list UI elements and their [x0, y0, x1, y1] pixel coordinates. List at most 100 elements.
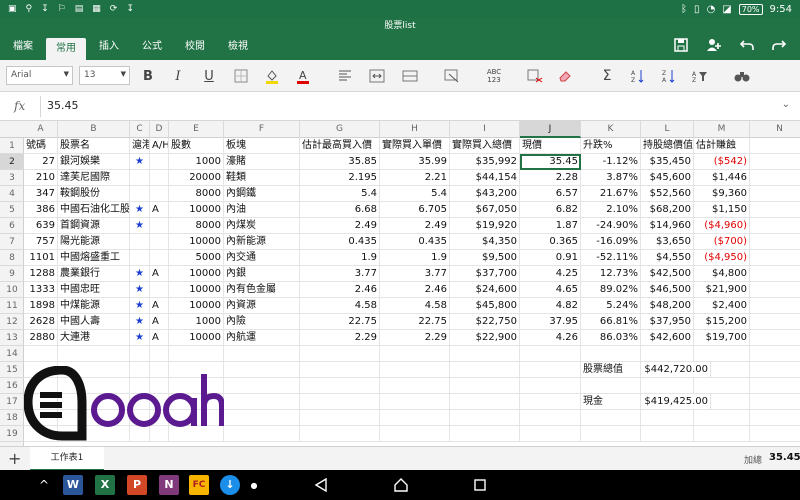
cell[interactable]: 386 [24, 202, 58, 218]
app-onenote-icon[interactable]: N [159, 475, 179, 495]
cell[interactable]: $4,550 [641, 250, 694, 266]
cell[interactable] [150, 282, 169, 298]
cell[interactable]: 4.26 [520, 330, 581, 346]
cell[interactable]: ($700) [694, 234, 750, 250]
cell[interactable]: 2.49 [380, 218, 450, 234]
row-header-3[interactable]: 3 [0, 170, 24, 186]
autosum-icon[interactable]: Σ [596, 66, 618, 86]
cell[interactable] [750, 266, 800, 282]
cell[interactable]: $42,600 [641, 330, 694, 346]
cell[interactable] [150, 250, 169, 266]
column-header-d[interactable]: D [150, 121, 169, 138]
chevron-up-icon[interactable]: ^ [36, 475, 52, 495]
cell[interactable]: 內鋼鐵 [224, 186, 300, 202]
cell[interactable] [300, 378, 380, 394]
cell[interactable]: 2.10% [581, 202, 641, 218]
cell[interactable]: 0.91 [520, 250, 581, 266]
cell[interactable]: 內交通 [224, 250, 300, 266]
cell[interactable]: 1333 [24, 282, 58, 298]
cell[interactable]: 現價 [520, 138, 581, 154]
cell[interactable]: 鞍鋼股份 [58, 186, 130, 202]
column-header-b[interactable]: B [58, 121, 130, 138]
tab-review[interactable]: 校閱 [175, 34, 215, 60]
cell[interactable]: $35,450 [641, 154, 694, 170]
cell[interactable]: 2.28 [520, 170, 581, 186]
cell[interactable]: ($4,960) [694, 218, 750, 234]
cell[interactable]: $44,154 [450, 170, 520, 186]
row-header-7[interactable]: 7 [0, 234, 24, 250]
cell[interactable]: 2.29 [300, 330, 380, 346]
cell[interactable]: 鞋類 [224, 170, 300, 186]
merge-cells-icon[interactable] [399, 66, 421, 86]
cell[interactable] [450, 426, 520, 442]
cell[interactable]: $35,992 [450, 154, 520, 170]
insert-delete-cells-icon[interactable] [524, 66, 546, 86]
cell[interactable]: $19,920 [450, 218, 520, 234]
cell[interactable]: 4.25 [520, 266, 581, 282]
cell[interactable]: ★ [130, 330, 150, 346]
cell[interactable]: 347 [24, 186, 58, 202]
sheet-tab-1[interactable]: 工作表1 [30, 447, 104, 471]
cell[interactable]: 5.4 [380, 186, 450, 202]
cell[interactable]: 2.46 [300, 282, 380, 298]
home-icon[interactable] [393, 475, 409, 495]
cell[interactable]: 22.75 [300, 314, 380, 330]
cell[interactable]: 實際買入總價 [450, 138, 520, 154]
cell[interactable]: 中國熔盛重工 [58, 250, 130, 266]
borders-icon[interactable] [230, 66, 252, 86]
app-word-icon[interactable]: W [63, 475, 83, 495]
cell[interactable] [581, 346, 641, 362]
row-header-18[interactable]: 18 [0, 410, 24, 426]
cell[interactable]: 內有色金屬 [224, 282, 300, 298]
cell[interactable] [750, 314, 800, 330]
cell[interactable]: 1.87 [520, 218, 581, 234]
expand-formula-chevron-icon[interactable]: ⌄ [782, 99, 790, 110]
row-header-5[interactable]: 5 [0, 202, 24, 218]
cell[interactable]: $68,200 [641, 202, 694, 218]
cell[interactable]: 0.365 [520, 234, 581, 250]
cell[interactable]: 股票名 [58, 138, 130, 154]
cell[interactable]: 3.87% [581, 170, 641, 186]
row-header-19[interactable]: 19 [0, 426, 24, 442]
cell[interactable] [169, 346, 224, 362]
cell[interactable]: 27 [24, 154, 58, 170]
cell[interactable] [224, 346, 300, 362]
cell[interactable] [641, 410, 694, 426]
sort-filter-icon[interactable]: AZ [689, 66, 711, 86]
cell[interactable] [694, 426, 750, 442]
cell[interactable]: $4,800 [694, 266, 750, 282]
cell[interactable]: 滬港 [130, 138, 150, 154]
cell[interactable]: 0.435 [380, 234, 450, 250]
cell[interactable]: 89.02% [581, 282, 641, 298]
cell[interactable]: A [150, 202, 169, 218]
cell[interactable]: 4.58 [300, 298, 380, 314]
cell[interactable]: 10000 [169, 330, 224, 346]
column-header-i[interactable]: I [450, 121, 520, 138]
column-header-l[interactable]: L [641, 121, 694, 138]
cell[interactable] [300, 346, 380, 362]
app-excel-icon[interactable]: X [95, 475, 115, 495]
cell[interactable]: 1288 [24, 266, 58, 282]
column-header-k[interactable]: K [581, 121, 641, 138]
cell[interactable]: 10000 [169, 282, 224, 298]
cell[interactable] [224, 378, 300, 394]
tab-file[interactable]: 檔案 [3, 34, 43, 60]
cell[interactable]: $67,050 [450, 202, 520, 218]
cell[interactable]: -1.12% [581, 154, 641, 170]
cell[interactable]: $21,900 [694, 282, 750, 298]
cell[interactable]: 號碼 [24, 138, 58, 154]
cell[interactable]: 2.46 [380, 282, 450, 298]
cell[interactable]: 0.435 [300, 234, 380, 250]
cell[interactable]: 首鋼資源 [58, 218, 130, 234]
cell[interactable]: 大連港 [58, 330, 130, 346]
save-icon[interactable] [674, 38, 688, 56]
cell[interactable] [520, 346, 581, 362]
cell[interactable]: 35.99 [380, 154, 450, 170]
tab-formulas[interactable]: 公式 [132, 34, 172, 60]
cell[interactable] [750, 186, 800, 202]
cell[interactable] [750, 218, 800, 234]
formula-input[interactable]: 35.45 [47, 99, 79, 112]
cell[interactable]: 2880 [24, 330, 58, 346]
cell[interactable] [24, 346, 58, 362]
column-header-g[interactable]: G [300, 121, 380, 138]
